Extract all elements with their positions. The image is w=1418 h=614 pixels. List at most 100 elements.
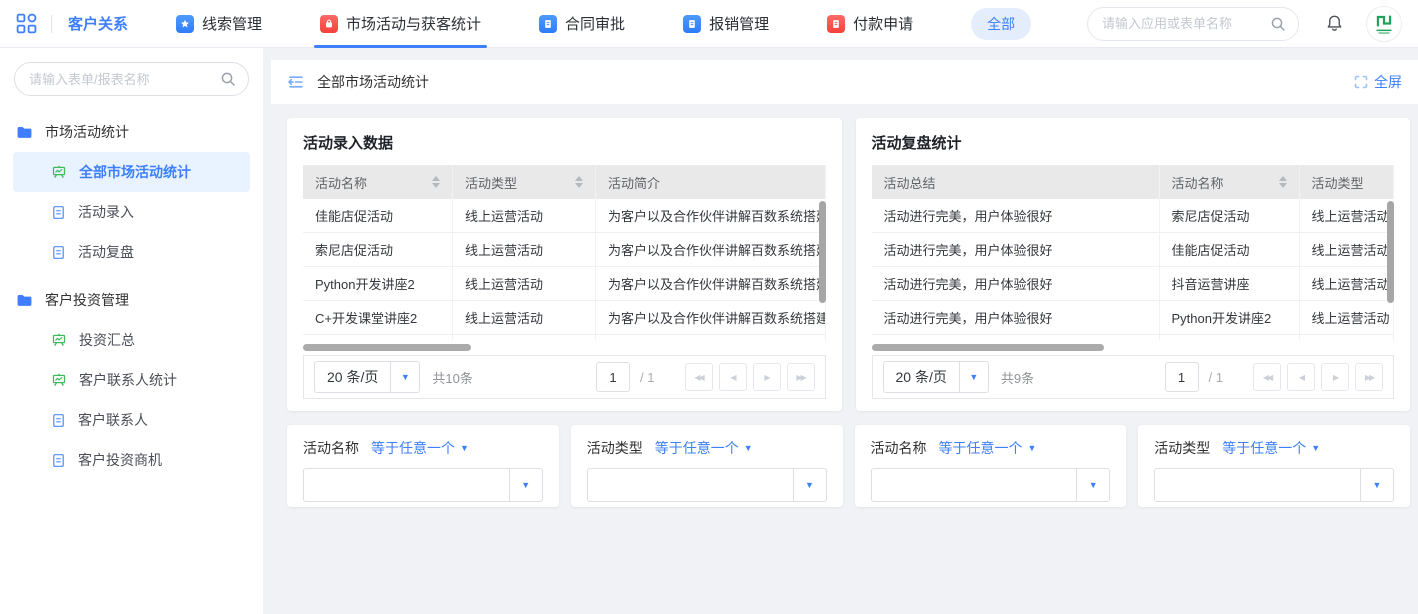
tab-payment-request[interactable]: 付款申请	[827, 0, 913, 48]
column-header[interactable]: 活动简介	[596, 165, 826, 199]
filter-value-select[interactable]: ▼	[1154, 468, 1394, 502]
page-count: / 1	[640, 370, 654, 385]
sidebar-group-market-activity[interactable]: 市场活动统计	[0, 112, 263, 152]
brand-logo-icon	[1370, 10, 1398, 38]
item-label: 客户联系人统计	[79, 370, 177, 390]
table-row[interactable]: Python开发讲座2 线上运营活动 为客户以及合作伙伴讲解百数系统搭建	[303, 267, 826, 301]
sort-icon[interactable]	[432, 176, 440, 188]
tab-label: 线索管理	[202, 13, 262, 34]
document-icon	[827, 15, 845, 33]
table-row[interactable]: 活动进行完美，用户体验很好 Python开发讲座2 线上运营活动	[872, 301, 1395, 335]
tab-lead-management[interactable]: 线索管理	[176, 0, 262, 48]
chevron-down-icon: ▼	[391, 372, 419, 382]
sidebar-item-customer-investment-opportunity[interactable]: 客户投资商机	[13, 440, 250, 480]
sidebar-item-investment-summary[interactable]: 投资汇总	[13, 320, 250, 360]
filter-operator[interactable]: 等于任意一个	[939, 438, 1023, 458]
vertical-scrollbar[interactable]	[1387, 201, 1394, 303]
sidebar-group-customer-investment[interactable]: 客户投资管理	[0, 280, 263, 320]
tab-contract-approval[interactable]: 合同审批	[539, 0, 625, 48]
table-row[interactable]: 活动进行完美，用户体验很好 佳能店促活动 线上运营活动	[872, 233, 1395, 267]
filter-value-select[interactable]: ▼	[871, 468, 1111, 502]
next-page-button[interactable]: ▶	[753, 363, 781, 391]
horizontal-scrollbar[interactable]	[303, 344, 471, 351]
form-search-input[interactable]	[27, 71, 220, 88]
vertical-scrollbar[interactable]	[819, 201, 826, 303]
item-label: 活动录入	[78, 202, 134, 222]
filter-value-select[interactable]: ▼	[303, 468, 543, 502]
chevron-down-icon[interactable]: ▼	[1311, 443, 1320, 453]
table-row[interactable]: 活动进行完美，用户体验很好 索尼店促活动 线上运营活动	[872, 199, 1395, 233]
report-icon	[51, 372, 67, 388]
column-header[interactable]: 活动类型	[453, 165, 596, 199]
filter-value-select[interactable]: ▼	[587, 468, 827, 502]
group-label: 客户投资管理	[45, 290, 129, 310]
table-row-clipped	[303, 335, 826, 340]
total-count: 共10条	[432, 368, 472, 387]
column-header[interactable]: 活动总结	[872, 165, 1160, 199]
prev-page-button[interactable]: ◀	[1287, 363, 1315, 391]
table-cards-row: 活动录入数据 活动名称 活动类型 活动简介	[271, 104, 1418, 411]
sidebar-item-activity-review[interactable]: 活动复盘	[13, 232, 250, 272]
sidebar-item-customer-contact-stats[interactable]: 客户联系人统计	[13, 360, 250, 400]
table-row[interactable]: 佳能店促活动 线上运营活动 为客户以及合作伙伴讲解百数系统搭建	[303, 199, 826, 233]
tab-market-activity[interactable]: 市场活动与获客统计	[320, 0, 481, 48]
collapse-sidebar-icon[interactable]	[287, 73, 305, 91]
item-label: 客户投资商机	[78, 450, 162, 470]
horizontal-scrollbar[interactable]	[872, 344, 1104, 351]
table-row[interactable]: C+开发课堂讲座2 线上运营活动 为客户以及合作伙伴讲解百数系统搭建	[303, 301, 826, 335]
column-header[interactable]: 活动类型	[1300, 165, 1395, 199]
notifications-bell-icon[interactable]	[1325, 14, 1344, 33]
workspace-label[interactable]: 客户关系	[68, 13, 128, 34]
sidebar-item-customer-contacts[interactable]: 客户联系人	[13, 400, 250, 440]
tab-label: 市场活动与获客统计	[346, 13, 481, 34]
horizontal-scrollbar-track	[303, 342, 826, 353]
last-page-button[interactable]: ▶▶	[1355, 363, 1383, 391]
page-number-input[interactable]	[1165, 362, 1199, 392]
search-icon[interactable]	[220, 71, 236, 87]
filter-operator[interactable]: 等于任意一个	[655, 438, 739, 458]
pagination-bar: 20 条/页 ▼ 共10条 / 1 ◀◀ ◀ ▶ ▶▶	[303, 355, 826, 399]
report-icon	[51, 164, 67, 180]
form-icon	[51, 245, 66, 260]
first-page-button[interactable]: ◀◀	[685, 363, 713, 391]
pagination-bar: 20 条/页 ▼ 共9条 / 1 ◀◀ ◀ ▶ ▶▶	[872, 355, 1395, 399]
app-search-input[interactable]	[1100, 15, 1270, 32]
chevron-down-icon: ▼	[794, 480, 826, 490]
table-row[interactable]: 活动进行完美，用户体验很好 抖音运营讲座 线上运营活动	[872, 267, 1395, 301]
table-row[interactable]: 索尼店促活动 线上运营活动 为客户以及合作伙伴讲解百数系统搭建	[303, 233, 826, 267]
star-icon	[176, 15, 194, 33]
nav-left: 客户关系	[16, 13, 128, 34]
chevron-down-icon[interactable]: ▼	[1028, 443, 1037, 453]
activity-entry-card: 活动录入数据 活动名称 活动类型 活动简介	[287, 118, 842, 411]
tab-label: 合同审批	[565, 13, 625, 34]
sort-icon[interactable]	[575, 176, 583, 188]
chevron-down-icon: ▼	[1077, 480, 1109, 490]
tab-reimbursement[interactable]: 报销管理	[683, 0, 769, 48]
prev-page-button[interactable]: ◀	[719, 363, 747, 391]
item-label: 活动复盘	[78, 242, 134, 262]
sidebar-item-activity-entry[interactable]: 活动录入	[13, 192, 250, 232]
page-size-select[interactable]: 20 条/页 ▼	[883, 361, 989, 393]
last-page-button[interactable]: ▶▶	[787, 363, 815, 391]
all-apps-pill[interactable]: 全部	[971, 8, 1031, 40]
page-size-select[interactable]: 20 条/页 ▼	[314, 361, 420, 393]
search-icon[interactable]	[1270, 16, 1286, 32]
tab-label: 付款申请	[853, 13, 913, 34]
apps-grid-icon[interactable]	[16, 13, 37, 34]
next-page-button[interactable]: ▶	[1321, 363, 1349, 391]
first-page-button[interactable]: ◀◀	[1253, 363, 1281, 391]
sidebar-item-all-market-activity-stats[interactable]: 全部市场活动统计	[13, 152, 250, 192]
filter-operator[interactable]: 等于任意一个	[1222, 438, 1306, 458]
column-header[interactable]: 活动名称	[303, 165, 453, 199]
fullscreen-button[interactable]: 全屏	[1354, 72, 1402, 92]
column-header[interactable]: 活动名称	[1160, 165, 1300, 199]
sort-icon[interactable]	[1279, 176, 1287, 188]
filter-operator[interactable]: 等于任意一个	[371, 438, 455, 458]
chevron-down-icon[interactable]: ▼	[744, 443, 753, 453]
chevron-down-icon[interactable]: ▼	[460, 443, 469, 453]
page-number-input[interactable]	[596, 362, 630, 392]
item-label: 投资汇总	[79, 330, 135, 350]
top-nav: 客户关系 线索管理 市场活动与获客统计 合同审批 报销管理	[0, 0, 1418, 48]
user-avatar[interactable]	[1366, 6, 1402, 42]
activity-review-card: 活动复盘统计 活动总结 活动名称 活动类型	[856, 118, 1411, 411]
